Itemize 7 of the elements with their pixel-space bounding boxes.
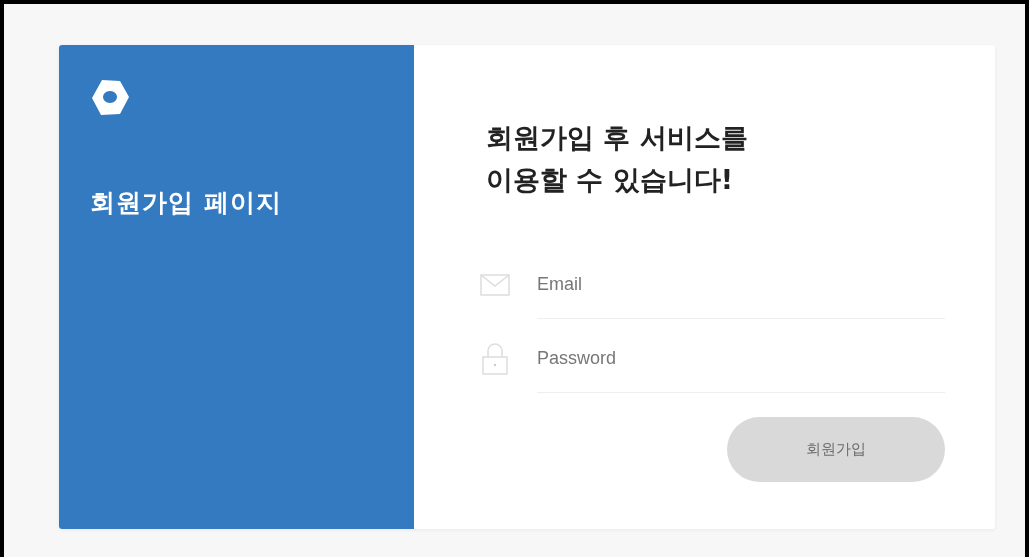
envelope-icon [480, 274, 510, 296]
form-heading: 회원가입 후 서비스를 이용할 수 있습니다! [486, 121, 749, 197]
sidebar-title: 회원가입 페이지 [90, 187, 283, 219]
lock-icon [480, 343, 510, 375]
hexagon-logo-icon [90, 78, 130, 118]
password-field[interactable]: Password [537, 325, 945, 393]
email-field[interactable]: Email [537, 251, 945, 319]
